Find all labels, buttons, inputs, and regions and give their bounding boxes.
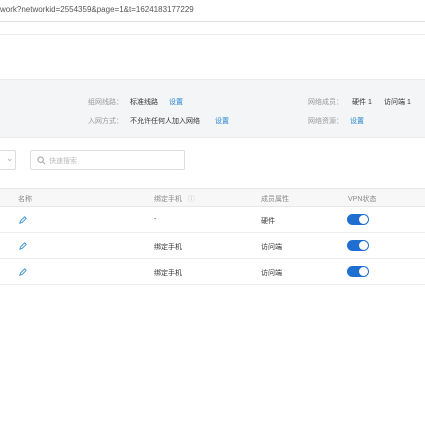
info-icon: ⓘ <box>188 196 195 203</box>
table-row: 绑定手机 访问端 <box>0 259 425 285</box>
column-header-vpn-status: VPN状态 <box>348 196 377 203</box>
network-info-panel: 组网线路： 标准线路 设置 入网方式： 不允许任何人加入网络 设置 网络成员： … <box>0 79 425 138</box>
vpn-toggle[interactable] <box>347 266 369 277</box>
url-text[interactable]: work?networkid=2554359&page=1&t=16241831… <box>0 5 194 14</box>
search-placeholder[interactable]: 快速搜索 <box>49 156 77 166</box>
group-route-settings-link[interactable]: 设置 <box>169 97 183 107</box>
members-label: 网络成员： <box>308 99 343 106</box>
join-method-value: 不允许任何人加入网络 <box>130 118 200 125</box>
table-header: 名称 绑定手机 ⓘ 成员属性 VPN状态 <box>0 188 425 207</box>
member-attr-cell: 访问端 <box>261 244 282 251</box>
pencil-icon[interactable] <box>19 268 27 276</box>
member-attr-cell: 访问端 <box>261 270 282 277</box>
column-header-phone: 绑定手机 <box>154 196 182 203</box>
resources-label: 网络资源： <box>308 118 343 125</box>
table-row: - 硬件 <box>0 207 425 233</box>
toggle-knob <box>359 267 368 276</box>
bind-phone-link[interactable]: 绑定手机 <box>154 242 182 252</box>
vpn-toggle[interactable] <box>347 240 369 251</box>
table-row: 绑定手机 访问端 <box>0 233 425 259</box>
chevron-down-icon: ⌄ <box>6 153 14 163</box>
bind-phone-link[interactable]: 绑定手机 <box>154 268 182 278</box>
divider <box>0 34 425 35</box>
group-route-label: 组网线路： <box>88 99 123 106</box>
pencil-icon[interactable] <box>19 242 27 250</box>
filter-select[interactable]: ⌄ <box>0 150 16 170</box>
address-bar[interactable]: work?networkid=2554359&page=1&t=16241831… <box>0 0 425 22</box>
members-hardware-count: 硬件 1 <box>352 99 372 106</box>
group-route-value: 标准线路 <box>130 99 158 106</box>
column-header-member-attr: 成员属性 <box>261 196 289 203</box>
toggle-knob <box>359 241 368 250</box>
join-method-label: 入网方式： <box>88 118 123 125</box>
search-box[interactable]: 快速搜索 <box>30 150 185 170</box>
column-header-name: 名称 <box>18 196 32 203</box>
resources-settings-link[interactable]: 设置 <box>350 116 364 126</box>
member-attr-cell: 硬件 <box>261 218 275 225</box>
join-method-settings-link[interactable]: 设置 <box>215 116 229 126</box>
vpn-toggle[interactable] <box>347 214 369 225</box>
phone-cell: - <box>154 216 157 223</box>
search-icon <box>37 156 46 165</box>
members-visitor-count: 访问端 1 <box>384 99 411 106</box>
pencil-icon[interactable] <box>19 216 27 224</box>
toggle-knob <box>359 215 368 224</box>
